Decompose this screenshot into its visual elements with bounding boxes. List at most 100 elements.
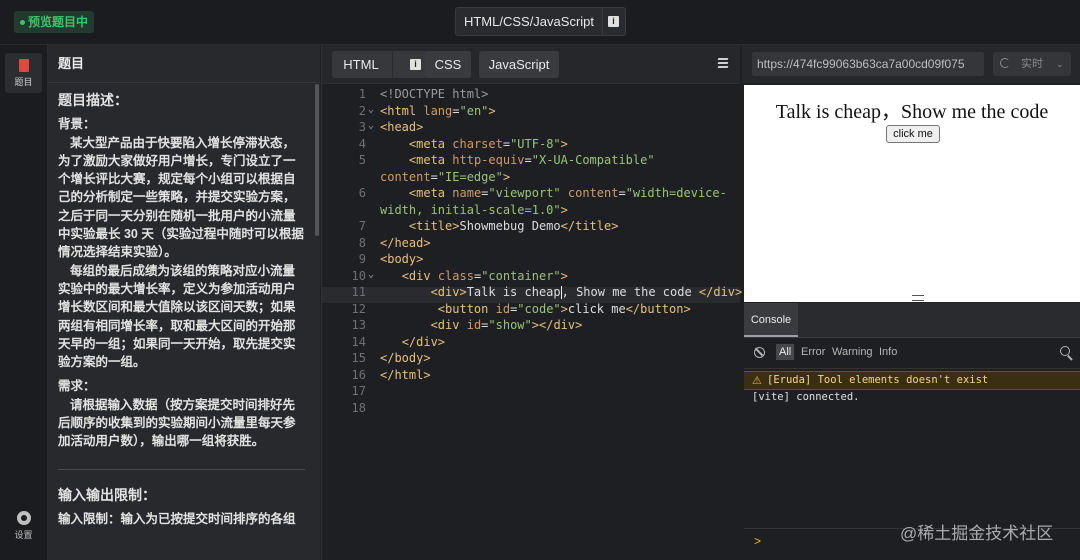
left-nav: 题目 设置 <box>0 45 48 560</box>
requirement-text: 请根据输入数据（按方案提交时间排好先后顺序的收集到的实验期间小流量里每天参加活动… <box>58 397 296 449</box>
fold-chevron-icon[interactable]: ⌄ <box>368 269 378 280</box>
chevron-down-icon: ⌄ <box>1056 59 1064 69</box>
line-number: 15 <box>351 351 366 365</box>
code-line: </html> <box>380 367 431 382</box>
code-line: <div>Talk is cheap, Show me the code </d… <box>430 285 743 299</box>
mode-selector[interactable]: HTML/CSS/JavaScript i <box>455 7 626 36</box>
filter-all[interactable]: All <box>776 344 795 360</box>
filter-info[interactable]: Info <box>879 346 897 358</box>
background-text: 某大型产品由于快要陷入增长停滞状态，为了激励大家做好用户增长，专门设立了一个增长… <box>58 135 304 260</box>
line-number: 11 <box>351 285 366 299</box>
problem-scrollbar[interactable] <box>315 84 319 236</box>
status-badge: 预览题目中 <box>14 11 95 33</box>
line-number: 4 <box>358 136 366 151</box>
filter-error[interactable]: Error <box>801 346 825 358</box>
layers-icon[interactable] <box>717 56 730 70</box>
code-line: width, initial-scale=1.0"> <box>380 202 568 217</box>
code-editor: HTML i CSS JavaScript 1 2 3 4 5 6 7 8 9 … <box>321 45 743 560</box>
line-number: 9 <box>358 252 366 266</box>
section-divider <box>58 468 305 470</box>
code-line: <meta http-equiv="X-UA-Compatible" <box>408 153 655 167</box>
line-number: 5 <box>358 153 366 167</box>
line-number: 6 <box>358 186 366 200</box>
tab-html-label: HTML <box>343 57 379 72</box>
line-number: 1 <box>358 87 366 101</box>
problem-desc-title: 题目描述： <box>58 92 128 108</box>
filter-warning[interactable]: Warning <box>832 346 873 358</box>
console-log: [vite] connected. <box>752 391 860 403</box>
document-icon <box>18 59 29 72</box>
code-line: </div> <box>401 334 446 349</box>
rule-text: 每组的最后成绩为该组的策略对应小流量实验中的最大增长率，定义为参加活动用户增长数… <box>58 263 296 370</box>
gear-icon <box>16 511 31 525</box>
preview-frame: Talk is cheap，Show me the code click me <box>744 85 1080 302</box>
status-badge-label: 预览题目中 <box>28 15 89 29</box>
console-tabbar: Console <box>744 303 1080 338</box>
preview-pane: https://474fc99063b63ca7a00cd09f075 实时 ⌄… <box>742 45 1080 560</box>
code-line: <head> <box>380 120 424 134</box>
problem-body: 题目描述： 背景： 某大型产品由于快要陷入增长停滞状态，为了激励大家做好用户增长… <box>58 91 305 528</box>
status-dot-icon <box>20 20 25 26</box>
refresh-mode-select[interactable]: 实时 ⌄ <box>993 52 1071 76</box>
code-line: <title>Showmebug Demo</title> <box>408 219 619 233</box>
console-warning: ⚠ [Eruda] Tool elements doesn't exist <box>744 371 1080 390</box>
refresh-icon[interactable] <box>1000 58 1010 68</box>
line-number: 14 <box>351 334 366 349</box>
mode-label: HTML/CSS/JavaScript <box>463 14 595 29</box>
code-line: content="IE=edge"> <box>380 169 511 184</box>
url-input[interactable]: https://474fc99063b63ca7a00cd09f075 <box>752 52 984 76</box>
watermark: @稀土掘金技术社区 <box>900 524 1054 543</box>
search-icon[interactable] <box>1060 346 1070 356</box>
line-number: 3 <box>358 120 366 134</box>
line-number: 10 <box>351 268 366 283</box>
url-bar: https://474fc99063b63ca7a00cd09f075 实时 ⌄ <box>742 45 1080 83</box>
requirement-label: 需求： <box>58 379 96 394</box>
tab-javascript[interactable]: JavaScript <box>479 51 559 78</box>
info-icon[interactable]: i <box>608 16 619 27</box>
fold-chevron-icon[interactable]: ⌄ <box>368 120 378 131</box>
prompt-chevron-icon: > <box>754 534 762 548</box>
code-line: </body> <box>380 351 431 365</box>
warning-icon: ⚠ <box>752 374 762 387</box>
nav-item-settings-label: 设置 <box>14 530 33 540</box>
fold-chevron-icon[interactable]: ⌄ <box>368 104 378 115</box>
line-number: 18 <box>351 400 366 415</box>
line-number: 2 <box>358 103 366 118</box>
line-number: 16 <box>351 367 366 382</box>
nav-item-settings[interactable]: 设置 <box>5 507 42 547</box>
line-number: 17 <box>351 384 366 398</box>
refresh-mode-label: 实时 <box>1021 58 1043 70</box>
info-icon[interactable]: i <box>410 59 421 70</box>
tab-css[interactable]: CSS <box>425 51 471 78</box>
click-me-button[interactable]: click me <box>886 125 940 143</box>
clear-console-icon[interactable] <box>754 347 765 358</box>
code-line: <button id="code">click me</button> <box>437 301 691 316</box>
mode-divider <box>602 8 603 35</box>
console-warning-text: [Eruda] Tool elements doesn't exist <box>767 374 989 386</box>
preview-heading: Talk is cheap，Show me the code <box>775 101 1049 123</box>
console-filters: All Error Warning Info <box>744 338 1080 369</box>
code-line: <body> <box>380 252 424 266</box>
problem-header: 题目 <box>48 45 320 83</box>
tab-console[interactable]: Console <box>744 303 798 337</box>
top-bar: 预览题目中 HTML/CSS/JavaScript i <box>0 0 1080 45</box>
tab-divider <box>392 51 393 78</box>
nav-item-problem-label: 题目 <box>14 77 33 87</box>
resize-handle[interactable] <box>912 295 924 301</box>
line-number: 13 <box>351 318 366 332</box>
code-line: <!DOCTYPE html> <box>380 87 489 101</box>
code-line: <div class="container"> <box>401 268 568 283</box>
line-number: 12 <box>351 301 366 316</box>
line-number: 7 <box>358 219 366 233</box>
code-line: <html lang="en"> <box>380 103 496 118</box>
problem-panel: 题目 题目描述： 背景： 某大型产品由于快要陷入增长停滞状态，为了激励大家做好用… <box>48 45 320 560</box>
background-label: 背景： <box>58 117 96 132</box>
nav-item-problem[interactable]: 题目 <box>5 53 42 93</box>
editor-tabs: HTML i CSS JavaScript <box>322 45 740 84</box>
io-text: 输入限制：输入为已按提交时间排序的各组 <box>58 511 296 526</box>
tab-html[interactable]: HTML i <box>332 51 427 78</box>
io-title: 输入输出限制： <box>58 486 156 503</box>
line-number: 8 <box>358 235 366 250</box>
code-line: </head> <box>380 235 431 250</box>
code-line: <div id="show"></div> <box>430 318 583 332</box>
